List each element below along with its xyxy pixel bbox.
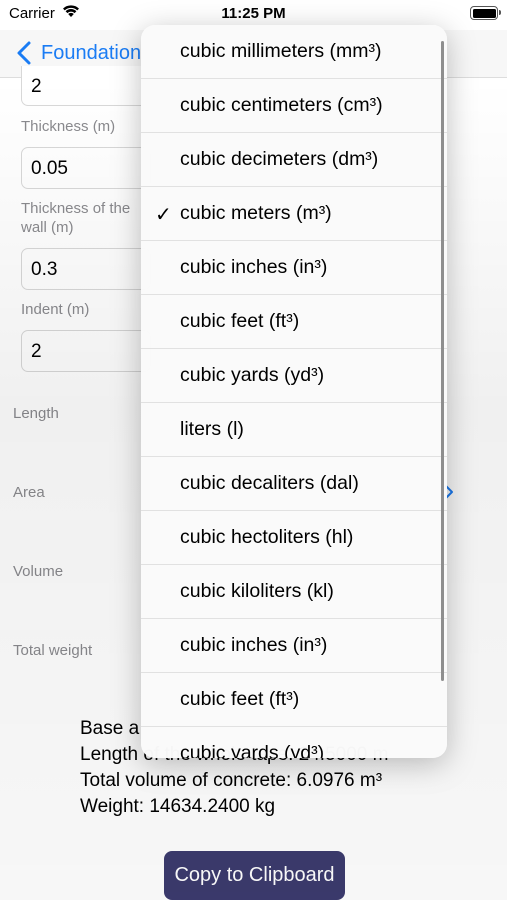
thickness-field[interactable]: 0.05: [21, 147, 151, 189]
menu-item-label: cubic hectoliters (hl): [180, 526, 354, 548]
top-value-field[interactable]: 2: [21, 66, 151, 106]
thickness-label: Thickness (m): [21, 118, 116, 135]
unit-dropdown-menu[interactable]: cubic millimeters (mm³) cubic centimeter…: [141, 25, 447, 758]
copy-to-clipboard-button[interactable]: Copy to Clipboard: [164, 851, 345, 900]
wall-thickness-value: 0.3: [31, 259, 58, 280]
menu-item-cubic-inches-2[interactable]: cubic inches (in³): [141, 619, 447, 673]
checkmark-icon: ✓: [155, 204, 172, 226]
clock: 11:25 PM: [221, 5, 286, 22]
indent-value: 2: [31, 341, 42, 362]
menu-item-label: cubic kiloliters (kl): [180, 580, 334, 602]
wall-thickness-field[interactable]: 0.3: [21, 248, 151, 290]
menu-item-label: cubic yards (yd³): [180, 364, 325, 386]
menu-scrollbar[interactable]: [441, 41, 444, 681]
indent-label: Indent (m): [21, 301, 90, 318]
menu-item-cubic-yards-2[interactable]: cubic yards (yd³): [141, 727, 447, 758]
chevron-left-icon[interactable]: [15, 40, 35, 66]
menu-item-cubic-yards[interactable]: cubic yards (yd³): [141, 349, 447, 403]
menu-item-label: cubic decimeters (dm³): [180, 148, 379, 170]
menu-item-cubic-millimeters[interactable]: cubic millimeters (mm³): [141, 25, 447, 79]
menu-item-liters[interactable]: liters (l): [141, 403, 447, 457]
menu-item-cubic-decimeters[interactable]: cubic decimeters (dm³): [141, 133, 447, 187]
menu-item-cubic-feet[interactable]: cubic feet (ft³): [141, 295, 447, 349]
battery-icon: [470, 6, 501, 20]
menu-item-label: liters (l): [180, 418, 244, 440]
menu-item-label: cubic feet (ft³): [180, 310, 300, 332]
area-label: Area: [13, 484, 45, 501]
menu-item-label: cubic inches (in³): [180, 256, 328, 278]
total-weight-label: Total weight: [13, 642, 93, 659]
summary-line-volume: Total volume of concrete: 6.0976 m³: [80, 770, 383, 791]
menu-item-cubic-inches[interactable]: cubic inches (in³): [141, 241, 447, 295]
length-label: Length: [13, 405, 59, 422]
indent-field[interactable]: 2: [21, 330, 151, 372]
menu-item-label: cubic inches (in³): [180, 634, 328, 656]
menu-item-cubic-meters[interactable]: ✓ cubic meters (m³): [141, 187, 447, 241]
menu-item-label: cubic centimeters (cm³): [180, 94, 383, 116]
menu-item-cubic-decaliters[interactable]: cubic decaliters (dal): [141, 457, 447, 511]
menu-item-label: cubic feet (ft³): [180, 688, 300, 710]
menu-item-label: cubic millimeters (mm³): [180, 40, 382, 62]
thickness-value: 0.05: [31, 158, 68, 179]
menu-item-label: cubic yards (yd³): [180, 742, 325, 758]
menu-item-cubic-feet-2[interactable]: cubic feet (ft³): [141, 673, 447, 727]
menu-item-label: cubic meters (m³): [180, 202, 332, 224]
volume-label: Volume: [13, 563, 64, 580]
menu-item-label: cubic decaliters (dal): [180, 472, 359, 494]
wall-thickness-label-line2: wall (m): [21, 219, 74, 236]
menu-item-cubic-centimeters[interactable]: cubic centimeters (cm³): [141, 79, 447, 133]
top-value: 2: [31, 76, 42, 97]
back-button[interactable]: Foundation: [41, 42, 141, 65]
wall-thickness-label-line1: Thickness of the: [21, 200, 131, 217]
menu-item-cubic-kiloliters[interactable]: cubic kiloliters (kl): [141, 565, 447, 619]
menu-item-cubic-hectoliters[interactable]: cubic hectoliters (hl): [141, 511, 447, 565]
summary-line-weight: Weight: 14634.2400 kg: [80, 796, 276, 817]
